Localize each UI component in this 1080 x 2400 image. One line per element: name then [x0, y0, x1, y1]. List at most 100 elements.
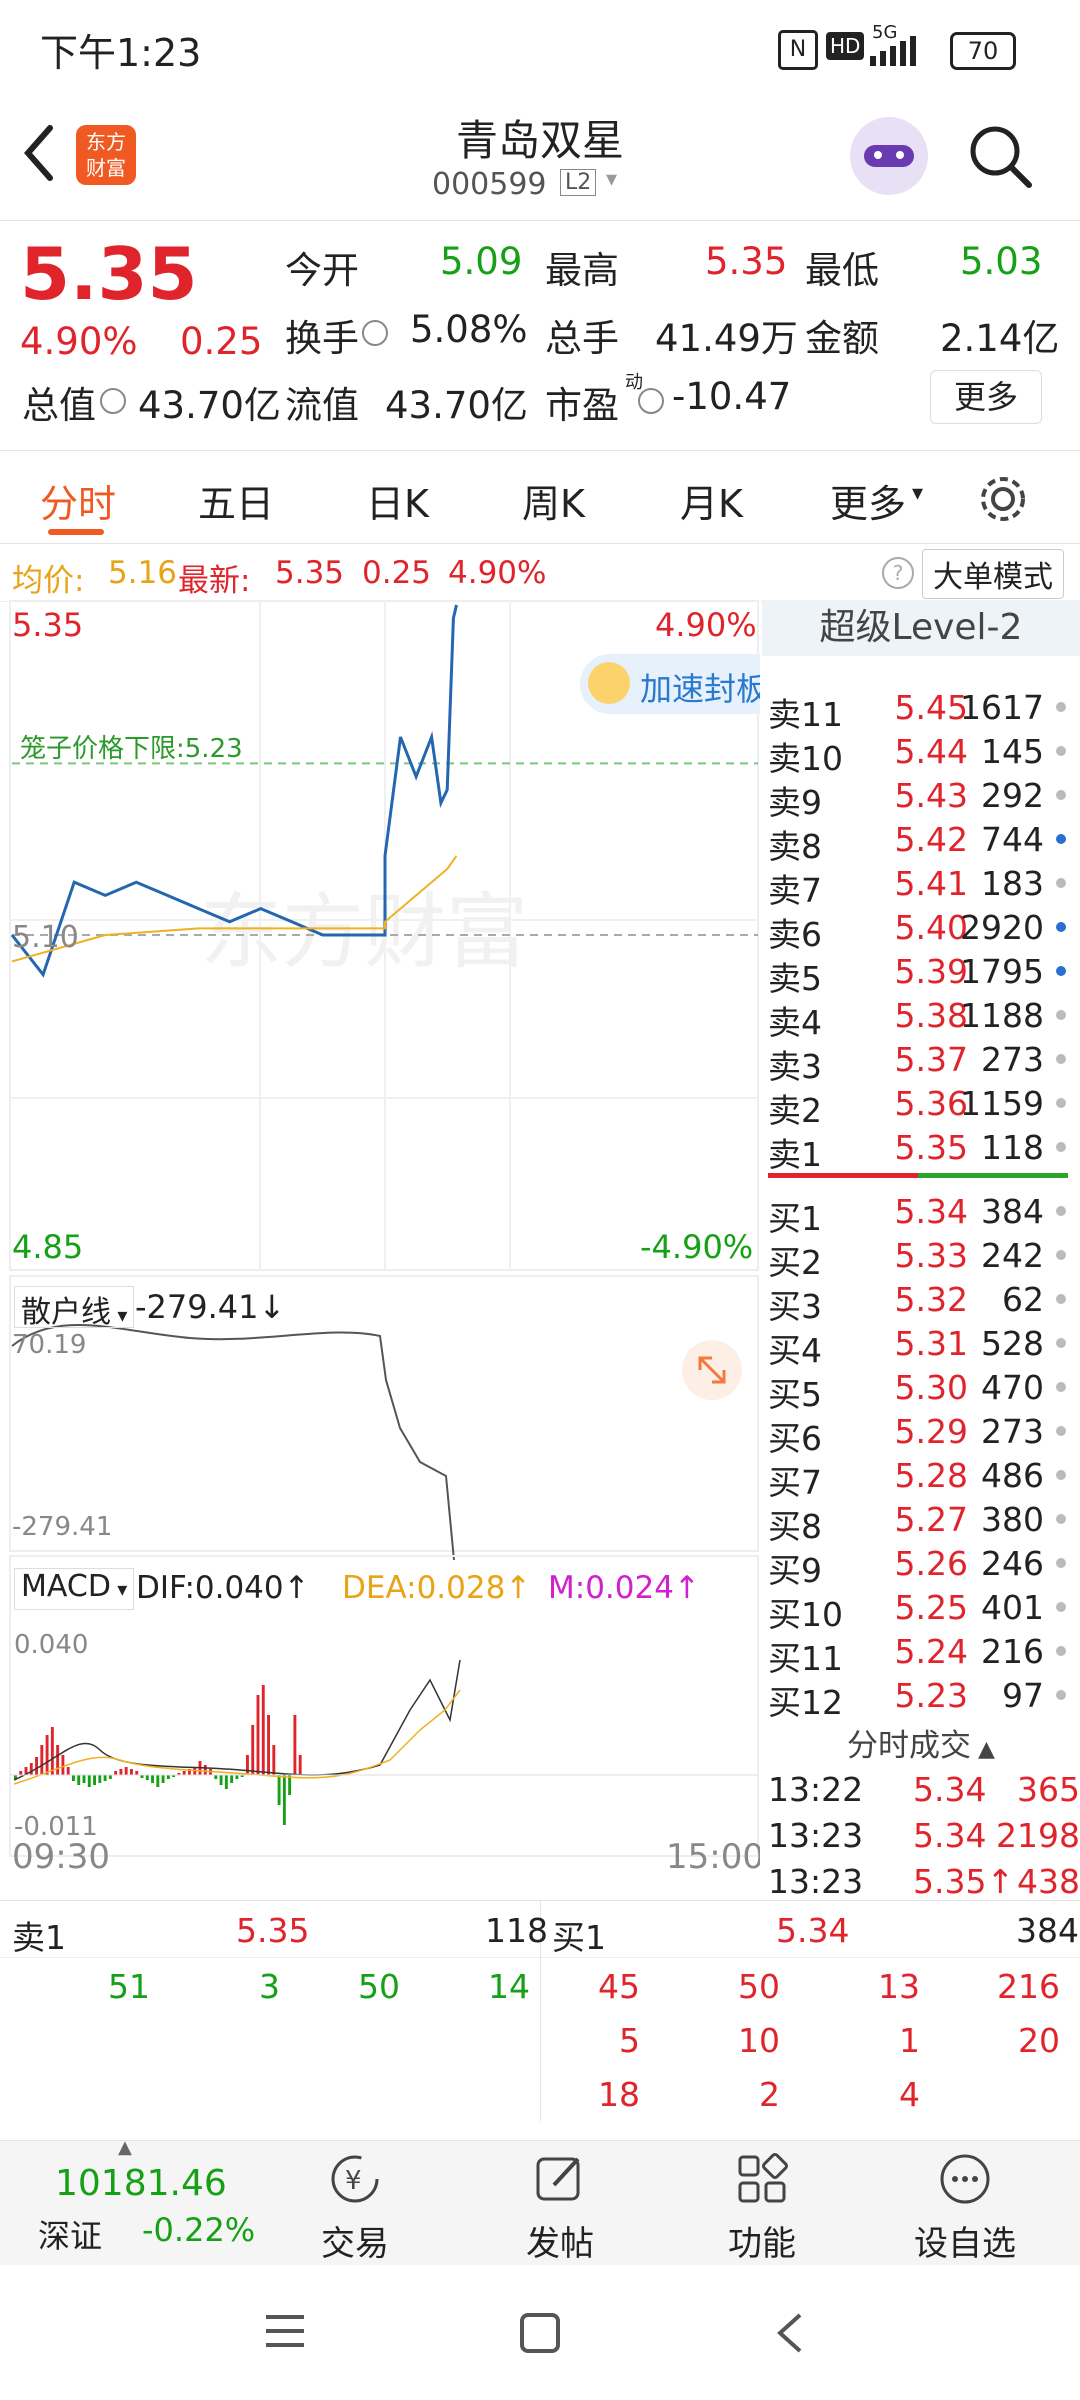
- tab-more-dropdown-icon[interactable]: ▾: [912, 481, 923, 506]
- bid-price: 5.26: [894, 1544, 968, 1583]
- trades-title[interactable]: 分时成交 ▲: [762, 1720, 1080, 1764]
- macd-selector[interactable]: MACD ▾: [14, 1568, 135, 1610]
- bid-row[interactable]: 买12 5.23 97: [768, 1676, 1068, 1722]
- ask-row[interactable]: 卖9 5.43 292: [768, 776, 1068, 822]
- macd-bar: [203, 1765, 207, 1775]
- pe-label: 市盈: [545, 384, 619, 427]
- turnover-info-icon[interactable]: [362, 320, 388, 346]
- bid-label: 买8: [768, 1507, 822, 1546]
- ask-row[interactable]: 卖3 5.37 273: [768, 1040, 1068, 1086]
- retail-selector[interactable]: 散户线 ▾: [14, 1286, 135, 1330]
- bid-row[interactable]: 买5 5.30 470: [768, 1368, 1068, 1414]
- ask-price: 5.36: [894, 1084, 968, 1123]
- last-price: 5.35: [20, 232, 198, 316]
- index-value[interactable]: 10181.46: [55, 2163, 227, 2204]
- order-dot-icon: [1056, 1206, 1066, 1216]
- tab-five-day[interactable]: 五日: [198, 473, 274, 528]
- tab-more[interactable]: 更多: [830, 473, 906, 528]
- ask-row[interactable]: 卖7 5.41 183: [768, 864, 1068, 910]
- ask-label: 卖1: [768, 1135, 822, 1174]
- bid-row[interactable]: 买3 5.32 62: [768, 1280, 1068, 1326]
- ask-label: 卖3: [768, 1047, 822, 1086]
- tab-week-k[interactable]: 周K: [522, 473, 585, 528]
- ask-row[interactable]: 卖10 5.44 145: [768, 732, 1068, 778]
- bid-row[interactable]: 买2 5.33 242: [768, 1236, 1068, 1282]
- tab-month-k[interactable]: 月K: [680, 473, 743, 528]
- order-dot-icon: [1056, 1294, 1066, 1304]
- bid-price: 5.30: [894, 1368, 968, 1407]
- nav-trade[interactable]: ¥ 交易: [285, 2151, 425, 2265]
- ask-row[interactable]: 卖5 5.39 1795: [768, 952, 1068, 998]
- bid-row[interactable]: 买10 5.25 401: [768, 1588, 1068, 1634]
- open-label: 今开: [285, 249, 359, 292]
- robot-avatar-icon[interactable]: [850, 117, 928, 195]
- ask-row[interactable]: 卖11 5.45 1617: [768, 688, 1068, 734]
- volume-label: 总手: [545, 317, 619, 360]
- level2-title[interactable]: 超级Level-2: [762, 600, 1080, 656]
- back-nav-icon[interactable]: [770, 2309, 810, 2357]
- bid-row[interactable]: 买9 5.26 246: [768, 1544, 1068, 1590]
- ask-label: 卖6: [768, 915, 822, 954]
- menu-icon[interactable]: [262, 2311, 308, 2351]
- nav-post[interactable]: 发帖: [490, 2151, 630, 2265]
- level-badge[interactable]: L2: [560, 169, 597, 196]
- search-icon[interactable]: [965, 121, 1035, 191]
- ask-row[interactable]: 卖8 5.42 744: [768, 820, 1068, 866]
- macd-bar: [45, 1735, 49, 1775]
- order-dot-icon: [1056, 746, 1066, 756]
- ask-row[interactable]: 卖4 5.38 1188: [768, 996, 1068, 1042]
- order-dot-icon: [1056, 1558, 1066, 1568]
- macd-bar: [40, 1745, 44, 1775]
- accelerate-limit-badge[interactable]: 加速封板: [580, 654, 760, 714]
- active-tab-indicator: [48, 529, 104, 535]
- bid-row[interactable]: 买6 5.29 273: [768, 1412, 1068, 1458]
- trade-time: 13:23: [768, 1862, 864, 1901]
- ask-volume: 744: [981, 820, 1044, 859]
- mktcap-value: 43.70亿: [138, 384, 281, 427]
- ask-label: 卖11: [768, 695, 843, 734]
- home-icon[interactable]: [518, 2311, 562, 2355]
- macd-bar: [114, 1771, 118, 1775]
- bid-row[interactable]: 买8 5.27 380: [768, 1500, 1068, 1546]
- bid-row[interactable]: 买7 5.28 486: [768, 1456, 1068, 1502]
- macd-bar: [135, 1771, 139, 1775]
- ask-volume: 1188: [960, 996, 1044, 1035]
- more-button[interactable]: 更多: [930, 370, 1042, 424]
- macd-bar: [214, 1775, 218, 1779]
- ask-row[interactable]: 卖2 5.36 1159: [768, 1084, 1068, 1130]
- pe-info-icon[interactable]: [638, 388, 664, 414]
- order-dot-icon: [1056, 1054, 1066, 1064]
- bid-row[interactable]: 买4 5.31 528: [768, 1324, 1068, 1370]
- bid-price: 5.27: [894, 1500, 968, 1539]
- macd-dea: DEA:0.028↑: [342, 1570, 532, 1606]
- macd-top-label: 0.040: [14, 1630, 89, 1660]
- bid-volume: 486: [981, 1456, 1044, 1495]
- order-dot-icon: [1056, 1098, 1066, 1108]
- stock-code: 000599: [432, 167, 547, 202]
- big-order-mode-button[interactable]: 大单模式: [922, 549, 1064, 599]
- ask-row[interactable]: 卖6 5.40 2920: [768, 908, 1068, 954]
- mktcap-info-icon[interactable]: [100, 388, 126, 414]
- expand-icon[interactable]: [682, 1340, 742, 1400]
- more-dots-icon: [940, 2154, 990, 2204]
- grid-icon: [738, 2153, 788, 2203]
- code-dropdown-icon[interactable]: ▾: [606, 167, 617, 192]
- ask-row[interactable]: 卖1 5.35 118: [768, 1128, 1068, 1174]
- order-dot-icon: [1056, 1470, 1066, 1480]
- macd-bar: [66, 1767, 70, 1775]
- bid-row[interactable]: 买1 5.34 384: [768, 1192, 1068, 1238]
- tab-intraday[interactable]: 分时: [40, 473, 116, 528]
- help-icon[interactable]: ?: [882, 557, 914, 589]
- macd-bar: [130, 1769, 133, 1775]
- sell-queue-cell: 3: [259, 1967, 280, 2006]
- settings-gear-icon[interactable]: [975, 471, 1031, 527]
- macd-bar: [72, 1775, 75, 1781]
- bid-price: 5.28: [894, 1456, 968, 1495]
- bid-row[interactable]: 买11 5.24 216: [768, 1632, 1068, 1678]
- tab-day-k[interactable]: 日K: [366, 473, 429, 528]
- ask-price: 5.41: [894, 864, 968, 903]
- nav-add-watchlist[interactable]: 设自选: [895, 2151, 1035, 2265]
- ask-label: 卖10: [768, 739, 843, 778]
- index-expand-icon[interactable]: ▲: [118, 2137, 132, 2158]
- nav-functions[interactable]: 功能: [692, 2151, 832, 2265]
